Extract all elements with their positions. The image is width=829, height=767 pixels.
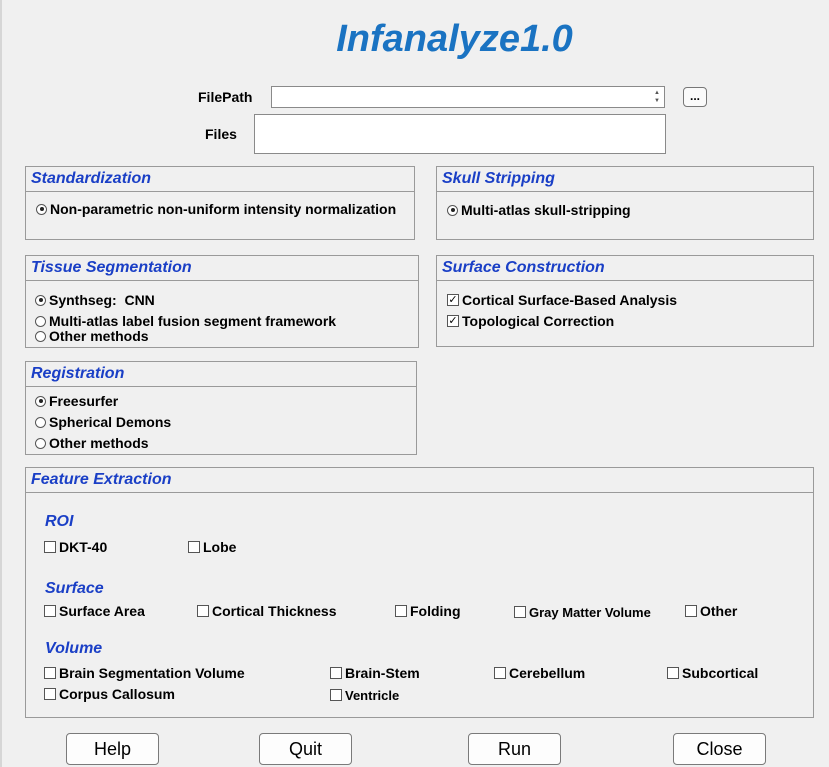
registration-option-spherical[interactable]: Spherical Demons — [35, 414, 171, 430]
browse-button[interactable]: ... — [683, 87, 707, 107]
checkbox-icon[interactable] — [494, 667, 506, 679]
checkbox-icon[interactable] — [188, 541, 200, 553]
files-field[interactable] — [254, 114, 666, 154]
checkbox-icon[interactable] — [685, 605, 697, 617]
registration-option-freesurfer[interactable]: Freesurfer — [35, 393, 118, 409]
radio-unselected-icon[interactable] — [35, 315, 46, 327]
surface-area[interactable]: Surface Area — [44, 603, 145, 619]
cerebellum[interactable]: Cerebellum — [494, 665, 585, 681]
option-label: Freesurfer — [49, 393, 119, 409]
cortical-thickness[interactable]: Cortical Thickness — [197, 603, 337, 619]
filepath-input[interactable]: ▲ ▼ — [271, 86, 665, 108]
option-label: DKT-40 — [59, 539, 108, 555]
surface-option-csba[interactable]: ✓ Cortical Surface-Based Analysis — [447, 292, 677, 308]
window-edge — [0, 0, 2, 767]
tissue-option-other[interactable]: Other methods — [35, 328, 149, 344]
option-label: Folding — [410, 603, 461, 619]
checkbox-icon[interactable] — [330, 689, 342, 701]
checkbox-icon[interactable] — [44, 541, 56, 553]
files-label: Files — [205, 126, 237, 142]
tissue-segmentation-title: Tissue Segmentation — [26, 256, 418, 281]
radio-selected-icon[interactable] — [35, 395, 46, 407]
folding[interactable]: Folding — [395, 603, 461, 619]
option-label: Subcortical — [682, 665, 759, 681]
option-label: Cortical Thickness — [212, 603, 337, 619]
option-label: Topological Correction — [462, 313, 615, 329]
option-label: Synthseg: CNN — [49, 292, 155, 308]
option-label: Corpus Callosum — [59, 686, 175, 702]
checkbox-icon[interactable] — [667, 667, 679, 679]
option-label: Brain-Stem — [345, 665, 420, 681]
standardization-title: Standardization — [26, 167, 414, 192]
option-label: Multi-atlas skull-stripping — [461, 202, 631, 218]
volume-heading: Volume — [45, 640, 103, 657]
quit-button[interactable]: Quit — [259, 733, 352, 765]
tissue-option-multiatlas[interactable]: Multi-atlas label fusion segment framewo… — [35, 313, 336, 329]
skull-stripping-panel: Skull Stripping Multi-atlas skull-stripp… — [436, 166, 814, 240]
option-label: Other — [700, 603, 738, 619]
checkbox-checked-icon[interactable]: ✓ — [447, 315, 459, 327]
radio-unselected-icon[interactable] — [35, 416, 46, 428]
gray-matter-volume[interactable]: Gray Matter Volume — [514, 604, 651, 620]
standardization-panel: Standardization Non-parametric non-unifo… — [25, 166, 415, 240]
checkbox-icon[interactable] — [44, 688, 56, 700]
roi-dkt40[interactable]: DKT-40 — [44, 539, 107, 555]
radio-unselected-icon[interactable] — [35, 330, 46, 342]
surface-construction-panel: Surface Construction ✓ Cortical Surface-… — [436, 255, 814, 347]
skull-stripping-title: Skull Stripping — [437, 167, 813, 192]
feature-extraction-title: Feature Extraction — [26, 468, 813, 493]
registration-title: Registration — [26, 362, 416, 387]
checkbox-icon[interactable] — [395, 605, 407, 617]
checkbox-icon[interactable] — [44, 605, 56, 617]
option-label: Brain Segmentation Volume — [59, 665, 245, 681]
option-label: Surface Area — [59, 603, 145, 619]
option-label: Multi-atlas label fusion segment framewo… — [49, 313, 337, 329]
radio-selected-icon[interactable] — [447, 204, 458, 216]
surface-option-topological[interactable]: ✓ Topological Correction — [447, 313, 614, 329]
corpus-callosum[interactable]: Corpus Callosum — [44, 686, 175, 702]
checkbox-icon[interactable] — [514, 606, 526, 618]
help-button[interactable]: Help — [66, 733, 159, 765]
standardization-option-n4[interactable]: Non-parametric non-uniform intensity nor… — [36, 201, 396, 217]
close-button[interactable]: Close — [673, 733, 766, 765]
registration-option-other[interactable]: Other methods — [35, 435, 149, 451]
run-button[interactable]: Run — [468, 733, 561, 765]
app-title: Infanalyze1.0 — [336, 18, 573, 60]
radio-selected-icon[interactable] — [36, 203, 47, 215]
radio-selected-icon[interactable] — [35, 294, 46, 306]
option-label: Non-parametric non-uniform intensity nor… — [50, 201, 397, 217]
registration-panel: Registration Freesurfer Spherical Demons… — [25, 361, 417, 455]
filepath-label: FilePath — [198, 89, 253, 105]
option-label: Cerebellum — [509, 665, 586, 681]
checkbox-icon[interactable] — [44, 667, 56, 679]
spinner-icon[interactable]: ▲ ▼ — [652, 89, 662, 105]
option-label: Lobe — [203, 539, 237, 555]
option-label: Spherical Demons — [49, 414, 172, 430]
skull-stripping-option-multiatlas[interactable]: Multi-atlas skull-stripping — [447, 202, 631, 218]
checkbox-icon[interactable] — [197, 605, 209, 617]
brain-segmentation-volume[interactable]: Brain Segmentation Volume — [44, 665, 245, 681]
option-label: Gray Matter Volume — [529, 604, 651, 620]
subcortical[interactable]: Subcortical — [667, 665, 758, 681]
option-label: Other methods — [49, 328, 149, 344]
radio-unselected-icon[interactable] — [35, 437, 46, 449]
surface-heading: Surface — [45, 580, 104, 597]
checkbox-icon[interactable] — [330, 667, 342, 679]
surface-construction-title: Surface Construction — [437, 256, 813, 281]
feature-extraction-panel: Feature Extraction ROI DKT-40 Lobe Surfa… — [25, 467, 814, 718]
tissue-option-synthseg[interactable]: Synthseg: CNN — [35, 292, 155, 308]
option-label: Other methods — [49, 435, 149, 451]
checkbox-checked-icon[interactable]: ✓ — [447, 294, 459, 306]
brain-stem[interactable]: Brain-Stem — [330, 665, 420, 681]
surface-other[interactable]: Other — [685, 603, 737, 619]
roi-lobe[interactable]: Lobe — [188, 539, 236, 555]
tissue-segmentation-panel: Tissue Segmentation Synthseg: CNN Multi-… — [25, 255, 419, 348]
option-label: Cortical Surface-Based Analysis — [462, 292, 678, 308]
ventricle[interactable]: Ventricle — [330, 687, 399, 703]
option-label: Ventricle — [345, 687, 400, 703]
roi-heading: ROI — [45, 513, 74, 530]
